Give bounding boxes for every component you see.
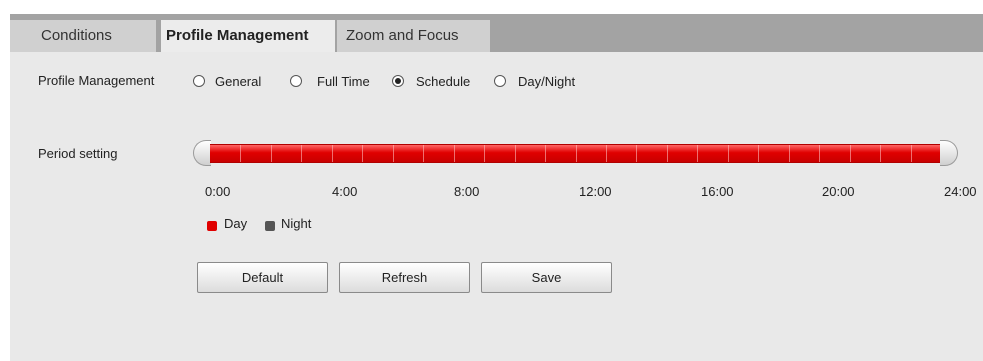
tab-bar: Conditions Profile Management Zoom and F… [10, 14, 983, 52]
timeline-hour-gridline [514, 145, 516, 162]
timeline-hour-gridline [697, 145, 699, 162]
day-legend-swatch [207, 221, 217, 231]
timeline-hour-gridline [636, 145, 638, 162]
period-timeline[interactable] [193, 140, 958, 166]
radio-general-label: General [215, 74, 262, 89]
timeline-right-handle[interactable] [940, 140, 958, 166]
radio-day-night-indicator[interactable] [494, 75, 506, 87]
timeline-hour-gridline [758, 145, 760, 162]
radio-schedule-label: Schedule [416, 74, 471, 89]
night-legend-label: Night [281, 216, 312, 231]
tab-zoom-and-focus[interactable]: Zoom and Focus [337, 20, 490, 52]
timeline-hour-gridline [910, 145, 912, 162]
timeline-hour-gridline [880, 145, 882, 162]
timeline-hour-gridline [484, 145, 486, 162]
timeline-hour-gridline [423, 145, 425, 162]
timeline-hour-gridline [666, 145, 668, 162]
radio-day-night-label: Day/Night [518, 74, 576, 89]
tick-label: 12:00 [579, 184, 612, 199]
timeline-hour-gridline [727, 145, 729, 162]
timeline-hour-gridline [453, 145, 455, 162]
timeline-hour-gridline [545, 145, 547, 162]
timeline-hour-gridline [240, 145, 242, 162]
timeline-hour-gridline [849, 145, 851, 162]
tick-label: 4:00 [332, 184, 358, 199]
tab-conditions[interactable]: Conditions [10, 20, 156, 52]
tab-profile-management[interactable]: Profile Management [161, 20, 335, 52]
timeline-hour-gridline [392, 145, 394, 162]
timeline-hour-gridline [270, 145, 272, 162]
default-button[interactable]: Default [197, 262, 328, 293]
timeline-hour-gridline [362, 145, 364, 162]
radio-full-time-indicator[interactable] [290, 75, 302, 87]
tick-label: 8:00 [454, 184, 480, 199]
tick-label: 20:00 [822, 184, 855, 199]
profile-management-label: Profile Management [38, 73, 155, 88]
period-setting-label: Period setting [38, 146, 118, 161]
tick-label: 0:00 [205, 184, 231, 199]
radio-schedule-indicator[interactable] [392, 75, 404, 87]
timeline-hour-gridline [788, 145, 790, 162]
timeline-day-segment[interactable] [210, 144, 941, 163]
timeline-left-handle[interactable] [193, 140, 211, 166]
radio-general-indicator[interactable] [193, 75, 205, 87]
tab-zoom-and-focus-label: Zoom and Focus [346, 27, 459, 44]
tick-label: 16:00 [701, 184, 734, 199]
timeline-hour-gridline [331, 145, 333, 162]
timeline-hour-gridline [819, 145, 821, 162]
save-button[interactable]: Save [481, 262, 612, 293]
refresh-button[interactable]: Refresh [339, 262, 470, 293]
timeline-hour-gridline [301, 145, 303, 162]
timeline-hour-gridline [575, 145, 577, 162]
timeline-hour-gridline [605, 145, 607, 162]
night-legend-swatch [265, 221, 275, 231]
tab-profile-management-label: Profile Management [166, 27, 309, 44]
day-legend-label: Day [224, 216, 248, 231]
tab-conditions-label: Conditions [41, 27, 112, 44]
radio-full-time-label: Full Time [317, 74, 370, 89]
tick-label: 24:00 [944, 184, 977, 199]
